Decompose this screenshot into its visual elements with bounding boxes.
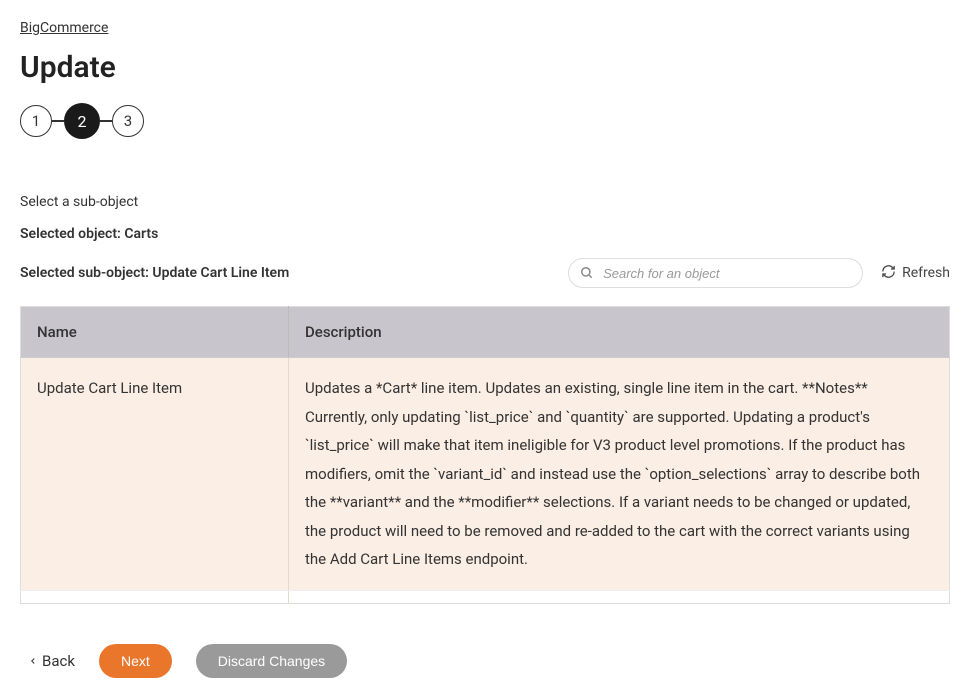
refresh-button[interactable]: Refresh: [881, 264, 950, 283]
refresh-icon: [881, 264, 896, 283]
page-title: Update: [20, 50, 950, 85]
step-1[interactable]: 1: [20, 105, 52, 137]
back-button[interactable]: Back: [28, 652, 75, 670]
table-header-name: Name: [21, 307, 289, 358]
discard-button[interactable]: Discard Changes: [196, 644, 347, 678]
chevron-left-icon: [28, 652, 38, 670]
breadcrumb-link[interactable]: BigCommerce: [20, 20, 108, 36]
row-name: Update Cart Line Item: [21, 358, 289, 591]
stepper-connector: [100, 120, 112, 122]
next-button[interactable]: Next: [99, 644, 172, 678]
refresh-label: Refresh: [902, 265, 950, 281]
search-icon: [580, 266, 594, 280]
stepper-connector: [52, 120, 64, 122]
section-label: Select a sub-object: [20, 194, 950, 210]
table-row[interactable]: Update Cart Line Item Updates a *Cart* l…: [21, 358, 950, 591]
step-2[interactable]: 2: [64, 103, 100, 139]
selected-object-line: Selected object: Carts: [20, 226, 950, 242]
table-header-description: Description: [289, 307, 950, 358]
row-description: Updates a *Cart* line item. Updates an e…: [289, 358, 950, 591]
search-wrap: [568, 258, 863, 288]
objects-table: Name Description Update Cart Line Item U…: [20, 306, 950, 604]
step-3[interactable]: 3: [112, 105, 144, 137]
back-label: Back: [42, 652, 75, 670]
search-input[interactable]: [568, 258, 863, 288]
stepper: 1 2 3: [20, 103, 950, 139]
selected-subobject-line: Selected sub-object: Update Cart Line It…: [20, 265, 289, 281]
actions-row: Back Next Discard Changes: [20, 644, 950, 678]
